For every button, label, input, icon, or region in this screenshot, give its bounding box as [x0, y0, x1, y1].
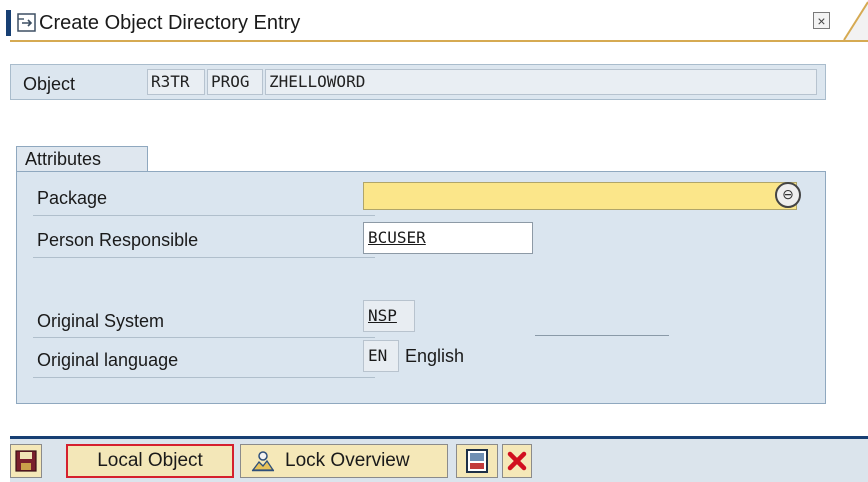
close-icon[interactable]: ×: [813, 12, 830, 29]
package-input[interactable]: [363, 182, 797, 210]
local-object-button[interactable]: Local Object: [66, 444, 234, 478]
original-system-field: NSP: [363, 300, 415, 332]
cancel-button[interactable]: [502, 444, 532, 478]
object-row: Object R3TR PROG ZHELLOWORD: [10, 64, 826, 100]
original-language-label: Original language: [37, 350, 179, 370]
object-pgmid-field: R3TR: [147, 69, 205, 95]
attributes-group-tab: Attributes: [16, 146, 148, 172]
title-separator: [10, 40, 868, 42]
split-screen-icon: [466, 449, 488, 473]
attributes-group: Package ⊖ Person Responsible BCUSER Orig…: [16, 171, 826, 404]
lock-overview-button[interactable]: Lock Overview: [240, 444, 448, 478]
bottom-toolbar-accent: [10, 436, 868, 439]
lock-overview-icon: [251, 451, 275, 472]
lock-overview-label: Lock Overview: [285, 450, 410, 471]
person-responsible-label: Person Responsible: [37, 230, 199, 250]
row-underline: [33, 257, 375, 258]
original-system-label: Original System: [37, 311, 165, 331]
attributes-group-label: Attributes: [25, 149, 102, 169]
title-bar: Create Object Directory Entry ×: [0, 0, 868, 42]
original-language-code-field: EN: [363, 340, 399, 372]
row-underline: [33, 215, 375, 216]
original-language-text: English: [405, 346, 465, 366]
package-label: Package: [37, 188, 108, 208]
original-system-text-line: [535, 335, 669, 336]
row-underline: [33, 377, 375, 378]
document-arrow-icon: [17, 13, 36, 32]
save-icon: [15, 450, 37, 472]
save-button[interactable]: [10, 444, 42, 478]
title-accent-bar: [6, 10, 11, 36]
title-corner-decoration: [842, 0, 868, 42]
person-responsible-field[interactable]: BCUSER: [363, 222, 533, 254]
object-label: Object: [23, 74, 76, 94]
object-type-field: PROG: [207, 69, 263, 95]
object-name-field: ZHELLOWORD: [265, 69, 817, 95]
row-underline: [33, 337, 375, 338]
cancel-icon: [507, 451, 527, 471]
search-help-icon[interactable]: ⊖: [775, 182, 801, 208]
split-screen-button[interactable]: [456, 444, 498, 478]
window-title: Create Object Directory Entry: [39, 12, 301, 34]
